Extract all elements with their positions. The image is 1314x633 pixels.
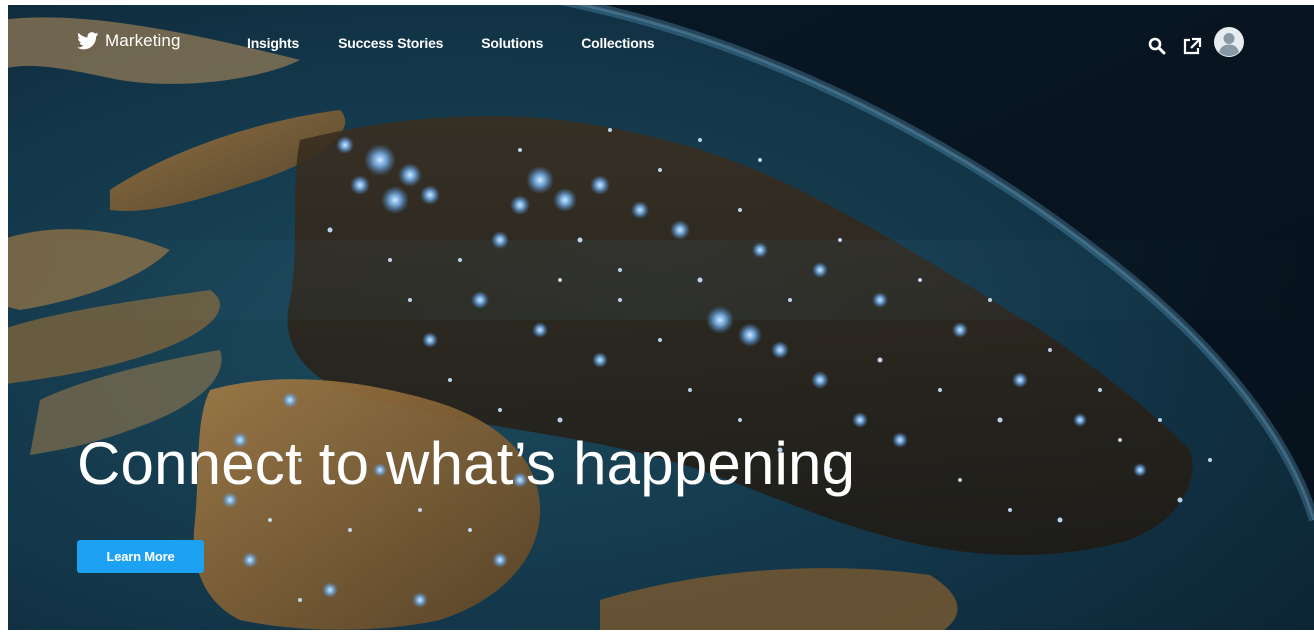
brand-link[interactable]: Marketing: [77, 31, 181, 51]
utility-icons: [1148, 27, 1244, 62]
bird-logo-icon: [77, 32, 99, 50]
top-navigation: Marketing Insights Success Stories Solut…: [0, 0, 1314, 90]
external-link-button[interactable]: [1182, 37, 1202, 60]
hero-section: Marketing Insights Success Stories Solut…: [0, 0, 1314, 633]
nav-link-insights[interactable]: Insights: [247, 35, 299, 51]
primary-nav-links: Insights Success Stories Solutions Colle…: [247, 35, 655, 51]
external-link-icon: [1183, 37, 1202, 55]
account-avatar-button[interactable]: [1214, 27, 1244, 62]
learn-more-button[interactable]: Learn More: [77, 540, 204, 573]
nav-link-solutions[interactable]: Solutions: [481, 35, 543, 51]
search-icon: [1148, 37, 1166, 55]
nav-link-success-stories[interactable]: Success Stories: [338, 35, 443, 51]
hero-headline: Connect to what’s happening: [77, 430, 856, 497]
user-avatar-icon: [1214, 27, 1244, 57]
nav-link-collections[interactable]: Collections: [581, 35, 654, 51]
left-border: [0, 0, 8, 633]
earth-background-image: [0, 0, 1314, 633]
brand-label: Marketing: [105, 31, 181, 50]
search-button[interactable]: [1148, 37, 1166, 60]
